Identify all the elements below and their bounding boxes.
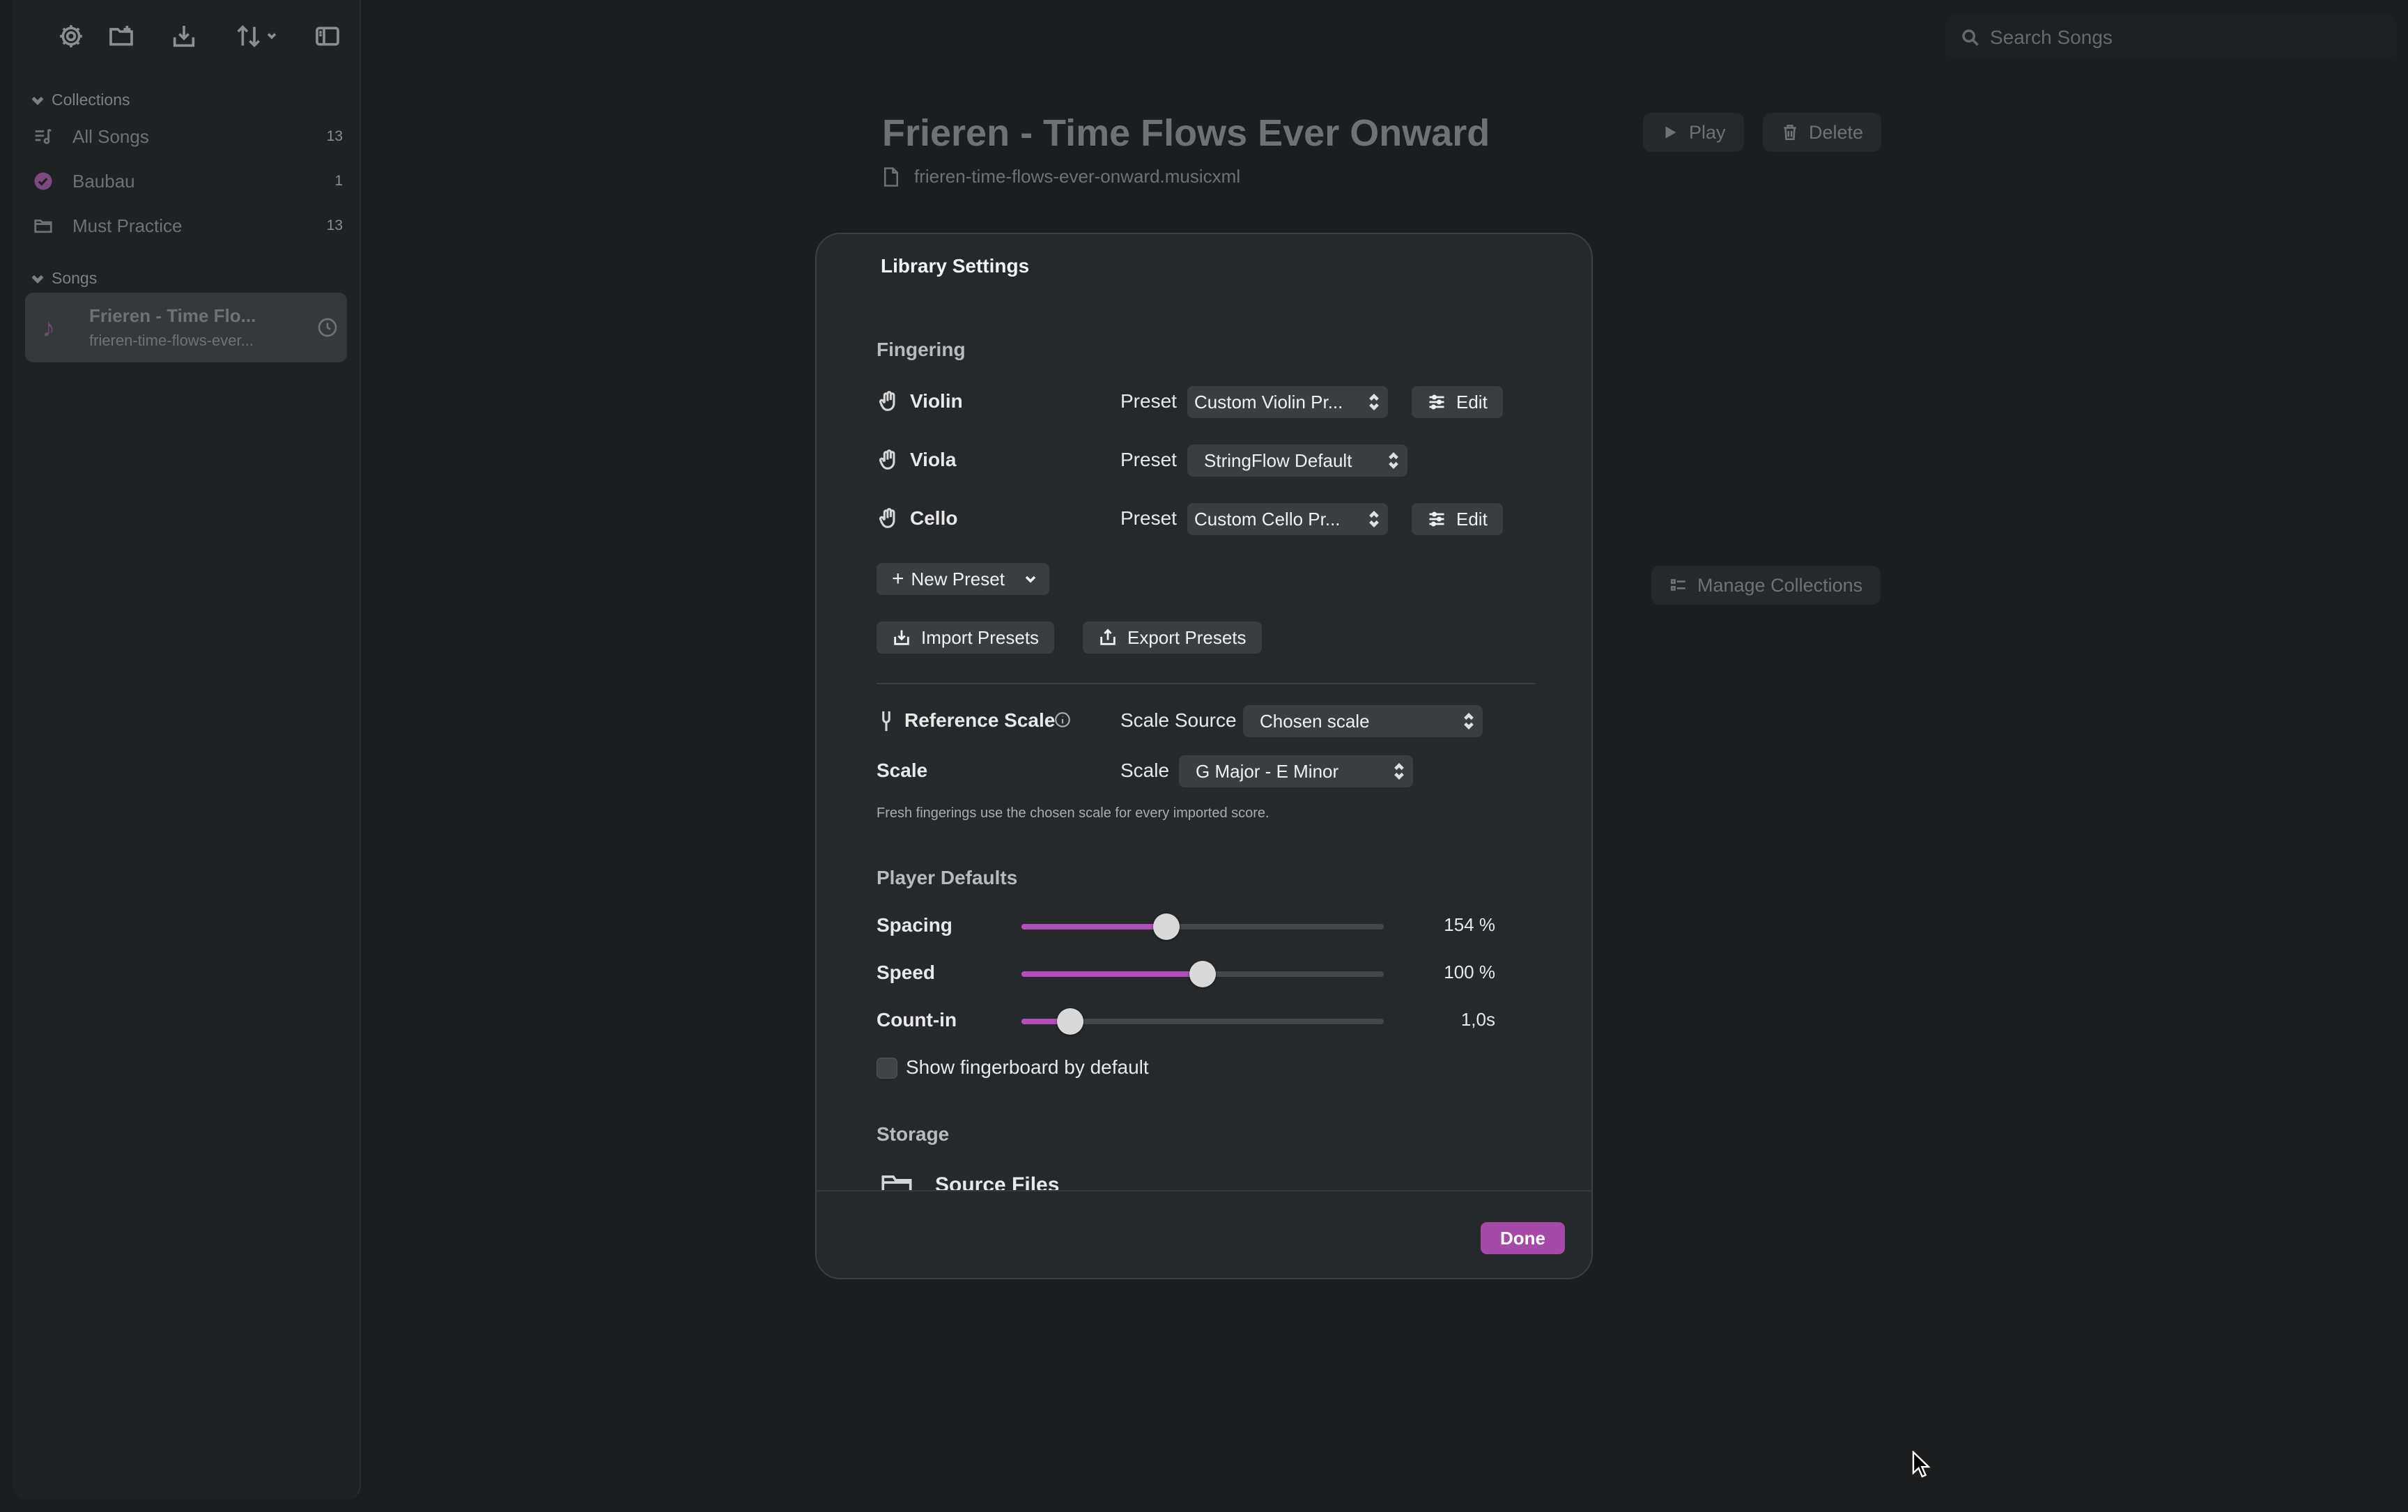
- sidebar-toggle-icon[interactable]: [312, 21, 343, 52]
- preset-label: Preset: [1120, 449, 1177, 470]
- play-button[interactable]: Play: [1643, 113, 1744, 152]
- scale-source-select[interactable]: Chosen scale: [1243, 705, 1483, 737]
- info-icon[interactable]: [1054, 711, 1072, 729]
- spacing-slider[interactable]: [1021, 913, 1384, 940]
- chevron-up-down-icon: [1367, 392, 1381, 412]
- list-icon: [1670, 579, 1685, 591]
- import-icon[interactable]: [169, 21, 199, 52]
- scale-row-label: Scale: [877, 759, 928, 781]
- chevron-down-icon: [1025, 576, 1036, 583]
- divider: [877, 683, 1536, 684]
- mouse-cursor-icon: [1912, 1451, 1930, 1478]
- sidebar: Collections All Songs 13 Baubau 1 Must P…: [13, 0, 361, 1499]
- document-icon: [884, 167, 898, 187]
- trash-icon: [1784, 124, 1796, 141]
- export-icon: [1100, 628, 1116, 645]
- chevron-up-down-icon: [1392, 762, 1406, 781]
- storage-section-title: Storage: [877, 1123, 950, 1145]
- hand-icon: [878, 507, 899, 531]
- sidebar-item-must-practice[interactable]: Must Practice 13: [31, 208, 351, 244]
- song-list-item[interactable]: ♪ Frieren - Time Flo... frieren-time-flo…: [25, 293, 347, 362]
- import-icon: [894, 630, 909, 645]
- count-in-slider[interactable]: [1021, 1008, 1384, 1035]
- chevron-up-down-icon: [1387, 451, 1400, 470]
- music-list-icon: [31, 124, 56, 149]
- scale-select[interactable]: G Major - E Minor: [1179, 755, 1413, 787]
- tuning-fork-icon: [878, 709, 895, 733]
- count-in-value: 1,0s: [1460, 1009, 1495, 1030]
- new-folder-icon[interactable]: [106, 21, 137, 52]
- instrument-label-violin: Violin: [910, 390, 963, 412]
- sidebar-item-all-songs[interactable]: All Songs 13: [31, 118, 351, 155]
- reference-scale-label: Reference Scale: [904, 709, 1056, 731]
- slider-thumb[interactable]: [1189, 961, 1216, 987]
- preset-label: Preset: [1120, 390, 1177, 412]
- chevron-down-icon: [31, 275, 44, 284]
- done-button[interactable]: Done: [1481, 1222, 1565, 1254]
- instrument-label-cello: Cello: [910, 507, 958, 529]
- export-presets-button[interactable]: Export Presets: [1083, 622, 1262, 654]
- plus-icon: +: [892, 567, 904, 590]
- sliders-icon: [1429, 394, 1444, 410]
- dialog-footer: Done: [817, 1190, 1591, 1278]
- delete-button[interactable]: Delete: [1763, 113, 1882, 152]
- hand-icon: [878, 390, 899, 414]
- slider-thumb[interactable]: [1153, 913, 1180, 940]
- count-in-label: Count-in: [877, 1009, 957, 1031]
- gear-icon[interactable]: [56, 21, 86, 52]
- player-defaults-section-title: Player Defaults: [877, 867, 1018, 888]
- speed-slider[interactable]: [1021, 961, 1384, 987]
- slider-thumb[interactable]: [1057, 1008, 1084, 1035]
- hand-icon: [878, 449, 899, 472]
- chevron-down-icon: [31, 96, 44, 105]
- search-input[interactable]: Search Songs: [1945, 15, 2397, 60]
- clock-icon: [316, 316, 339, 339]
- collections-header[interactable]: Collections: [31, 91, 130, 109]
- speed-value: 100 %: [1444, 962, 1495, 982]
- music-note-icon: ♪: [42, 314, 55, 343]
- play-icon: [1665, 126, 1676, 139]
- fingering-section-title: Fingering: [877, 339, 966, 360]
- violin-edit-button[interactable]: Edit: [1412, 386, 1503, 418]
- song-filename: frieren-time-flows-ever-onward.musicxml: [882, 166, 1240, 187]
- instrument-label-viola: Viola: [910, 449, 957, 470]
- viola-preset-select[interactable]: StringFlow Default: [1187, 445, 1407, 477]
- slider-fill: [1021, 971, 1203, 977]
- manage-collections-button[interactable]: Manage Collections: [1651, 566, 1881, 605]
- sort-icon[interactable]: [230, 21, 286, 52]
- slider-fill: [1021, 924, 1166, 929]
- import-presets-button[interactable]: Import Presets: [877, 622, 1055, 654]
- songs-header[interactable]: Songs: [31, 269, 97, 288]
- chevron-up-down-icon: [1367, 509, 1381, 529]
- cello-preset-select[interactable]: Custom Cello Pr...: [1187, 503, 1388, 535]
- cello-edit-button[interactable]: Edit: [1412, 503, 1503, 535]
- check-circle-icon: [31, 169, 56, 194]
- chevron-up-down-icon: [1462, 711, 1476, 731]
- folder-icon: [31, 213, 56, 238]
- sidebar-item-baubau[interactable]: Baubau 1: [31, 163, 351, 199]
- scale-hint: Fresh fingerings use the chosen scale fo…: [877, 805, 1269, 821]
- scale-label: Scale: [1120, 759, 1170, 781]
- app-window: Collections All Songs 13 Baubau 1 Must P…: [0, 0, 2408, 1512]
- spacing-value: 154 %: [1444, 914, 1495, 935]
- song-title: Frieren - Time Flows Ever Onward: [882, 112, 1490, 154]
- dialog-title: Library Settings: [881, 255, 1030, 277]
- library-settings-dialog: Library Settings Fingering Violin Preset…: [815, 233, 1593, 1279]
- sliders-icon: [1429, 511, 1444, 527]
- preset-label: Preset: [1120, 507, 1177, 529]
- scale-source-label: Scale Source: [1120, 709, 1237, 731]
- new-preset-button[interactable]: + New Preset: [877, 563, 1049, 595]
- spacing-label: Spacing: [877, 914, 952, 936]
- show-fingerboard-label: Show fingerboard by default: [906, 1056, 1149, 1078]
- search-icon: [1962, 29, 1979, 46]
- violin-preset-select[interactable]: Custom Violin Pr...: [1187, 386, 1388, 418]
- show-fingerboard-checkbox[interactable]: [877, 1058, 897, 1079]
- speed-label: Speed: [877, 962, 936, 983]
